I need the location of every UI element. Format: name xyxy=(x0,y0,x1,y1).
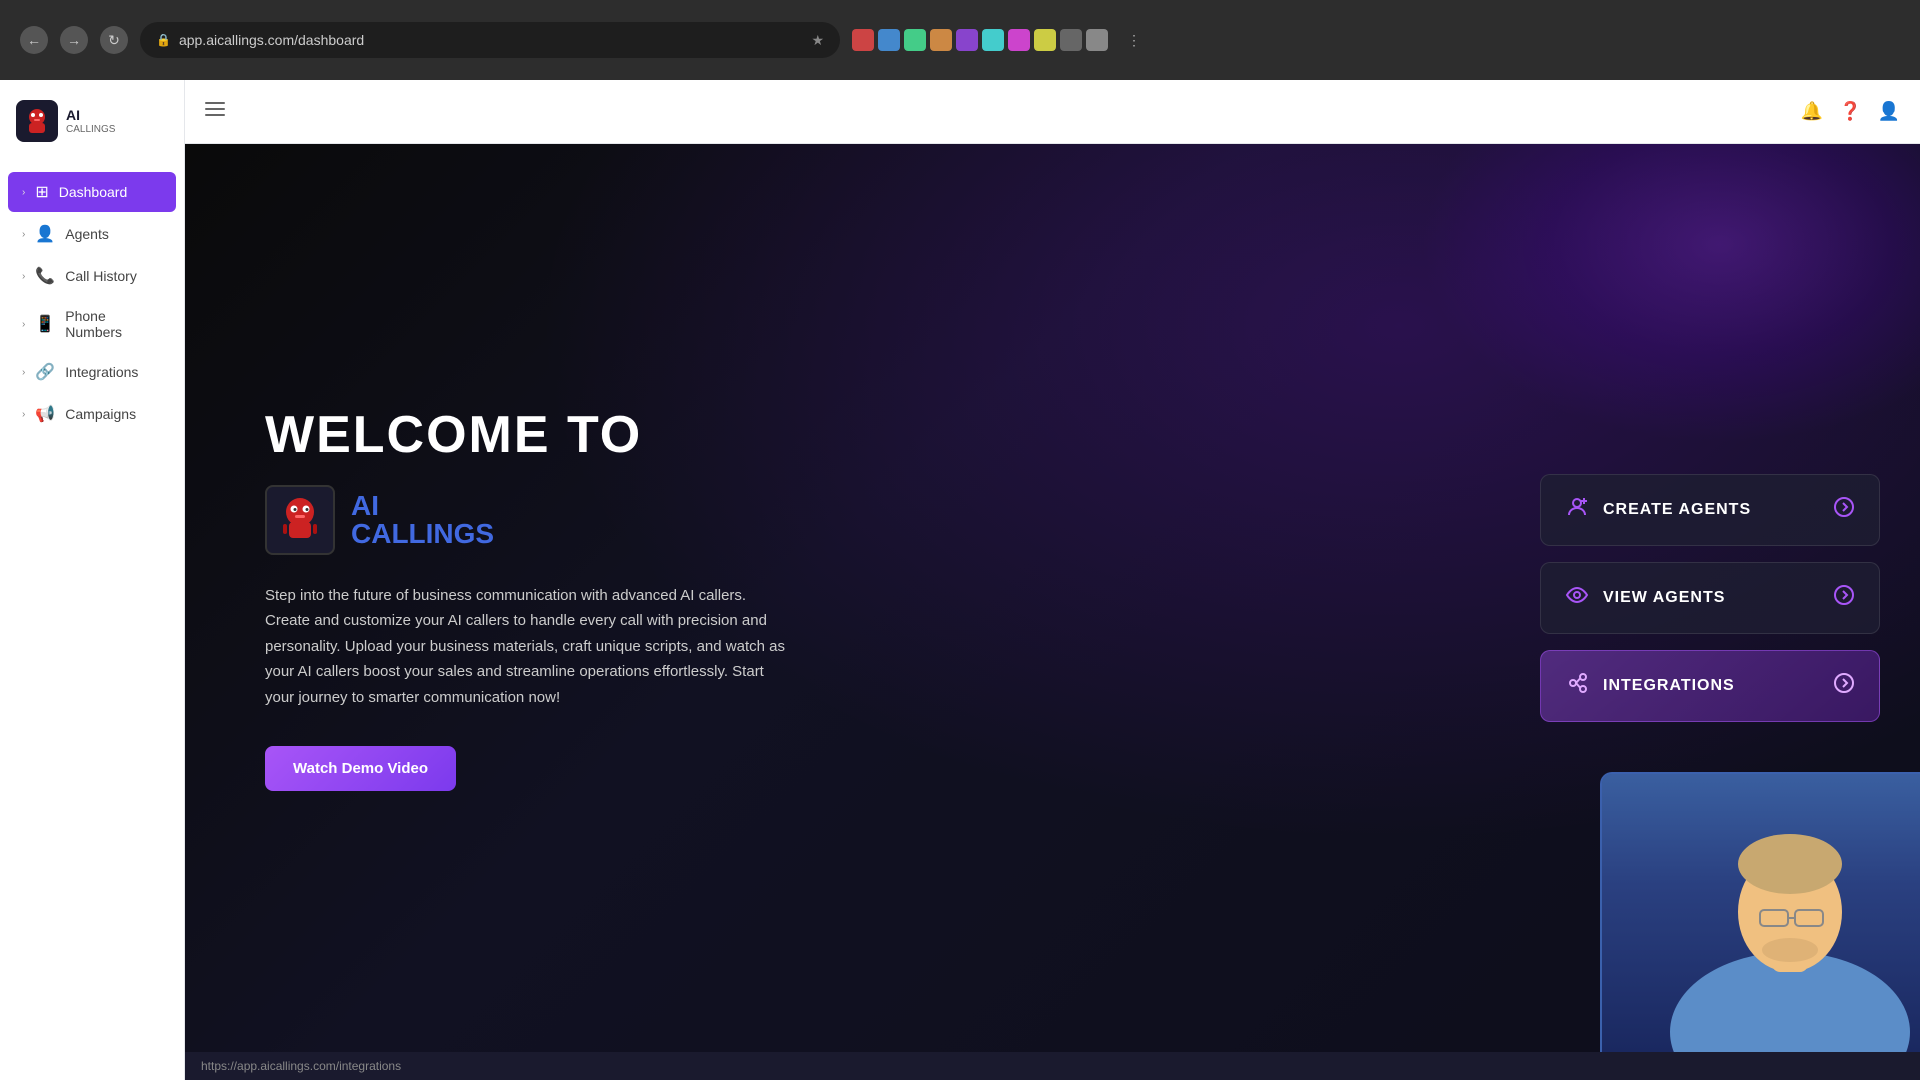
browser-extensions xyxy=(852,29,1108,51)
sidebar-item-integrations[interactable]: › 🔗 Integrations xyxy=(8,352,176,392)
url-bar[interactable]: 🔒 app.aicallings.com/dashboard ★ xyxy=(140,22,840,58)
sidebar-item-phone-numbers[interactable]: › 📱 Phone Numbers xyxy=(8,298,176,350)
header-left xyxy=(205,99,225,124)
sidebar-logo: AI CALLINGS xyxy=(0,80,184,162)
sidebar-item-campaigns[interactable]: › 📢 Campaigns xyxy=(8,394,176,434)
sidebar-label-dashboard: Dashboard xyxy=(59,184,128,200)
ext-9 xyxy=(1060,29,1082,51)
notifications-button[interactable]: 🔔 xyxy=(1801,101,1823,122)
logo-title: AI xyxy=(66,107,115,124)
integrations-icon: 🔗 xyxy=(35,362,55,382)
sidebar-label-campaigns: Campaigns xyxy=(65,406,136,422)
hero-left: WELCOME TO xyxy=(185,144,1520,1052)
ext-6 xyxy=(982,29,1004,51)
brand-callings-text: CALLINGS xyxy=(351,520,494,548)
campaigns-icon: 📢 xyxy=(35,404,55,424)
chevron-icon: › xyxy=(22,229,25,240)
sidebar-item-dashboard[interactable]: › ⊞ Dashboard xyxy=(8,172,176,212)
welcome-title: WELCOME TO xyxy=(265,405,1460,465)
logo-subtitle: CALLINGS xyxy=(66,124,115,135)
refresh-button[interactable]: ↻ xyxy=(100,26,128,54)
header-right: 🔔 ❓ 👤 xyxy=(1801,101,1900,122)
help-button[interactable]: ❓ xyxy=(1839,101,1861,122)
call-history-icon: 📞 xyxy=(35,266,55,286)
app-container: AI CALLINGS › ⊞ Dashboard › 👤 Agents › 📞… xyxy=(0,80,1920,1080)
integrations-card[interactable]: INTEGRATIONS xyxy=(1540,650,1880,722)
brand-text-block: AI CALLINGS xyxy=(351,492,494,548)
browser-chrome: ← → ↻ 🔒 app.aicallings.com/dashboard ★ ⋮ xyxy=(0,0,1920,80)
user-menu-button[interactable]: 👤 xyxy=(1878,101,1900,122)
hero-description: Step into the future of business communi… xyxy=(265,583,785,711)
view-agents-left: VIEW AGENTS xyxy=(1565,583,1725,613)
integrations-card-label: INTEGRATIONS xyxy=(1603,677,1735,695)
chevron-icon: › xyxy=(22,409,25,420)
ext-5 xyxy=(956,29,978,51)
integrations-card-icon xyxy=(1565,671,1589,701)
sidebar-label-agents: Agents xyxy=(65,226,109,242)
ext-1 xyxy=(852,29,874,51)
logo-text: AI CALLINGS xyxy=(66,107,115,135)
sidebar-label-call-history: Call History xyxy=(65,268,137,284)
sidebar-toggle-button[interactable] xyxy=(205,99,225,124)
create-agents-icon xyxy=(1565,495,1589,525)
chevron-icon: › xyxy=(22,187,25,198)
status-url: https://app.aicallings.com/integrations xyxy=(201,1059,401,1073)
watch-demo-button[interactable]: Watch Demo Video xyxy=(265,746,456,791)
back-button[interactable]: ← xyxy=(20,26,48,54)
sidebar-label-integrations: Integrations xyxy=(65,364,138,380)
main-content: WELCOME TO xyxy=(185,144,1920,1080)
agents-icon: 👤 xyxy=(35,224,55,244)
brand-ai-text: AI xyxy=(351,492,494,520)
sidebar-item-call-history[interactable]: › 📞 Call History xyxy=(8,256,176,296)
hero-right: CREATE AGENTS xyxy=(1520,144,1920,1052)
view-agents-arrow xyxy=(1833,584,1855,612)
chevron-icon: › xyxy=(22,319,25,330)
view-agents-card[interactable]: VIEW AGENTS xyxy=(1540,562,1880,634)
ext-8 xyxy=(1034,29,1056,51)
ext-4 xyxy=(930,29,952,51)
integrations-left: INTEGRATIONS xyxy=(1565,671,1735,701)
sidebar-item-agents[interactable]: › 👤 Agents xyxy=(8,214,176,254)
dashboard-icon: ⊞ xyxy=(35,182,48,202)
phone-numbers-icon: 📱 xyxy=(35,314,55,334)
top-header: 🔔 ❓ 👤 xyxy=(185,80,1920,144)
integrations-arrow xyxy=(1833,672,1855,700)
create-agents-label: CREATE AGENTS xyxy=(1603,501,1751,519)
create-agents-left: CREATE AGENTS xyxy=(1565,495,1751,525)
brand-mascot xyxy=(265,485,335,555)
forward-button[interactable]: → xyxy=(60,26,88,54)
url-text: app.aicallings.com/dashboard xyxy=(179,32,364,48)
sidebar: AI CALLINGS › ⊞ Dashboard › 👤 Agents › 📞… xyxy=(0,80,185,1080)
status-bar: https://app.aicallings.com/integrations xyxy=(185,1052,1920,1080)
sidebar-nav: › ⊞ Dashboard › 👤 Agents › 📞 Call Histor… xyxy=(0,162,184,1080)
brand-logo-section: AI CALLINGS xyxy=(265,485,1460,555)
menu-button[interactable]: ⋮ xyxy=(1120,26,1148,54)
ext-2 xyxy=(878,29,900,51)
create-agents-arrow xyxy=(1833,496,1855,524)
chevron-icon: › xyxy=(22,271,25,282)
ext-10 xyxy=(1086,29,1108,51)
watch-demo-label: Watch Demo Video xyxy=(293,760,428,777)
view-agents-icon xyxy=(1565,583,1589,613)
create-agents-card[interactable]: CREATE AGENTS xyxy=(1540,474,1880,546)
dashboard-hero: WELCOME TO xyxy=(185,144,1920,1052)
sidebar-label-phone-numbers: Phone Numbers xyxy=(65,308,162,340)
view-agents-label: VIEW AGENTS xyxy=(1603,589,1725,607)
chevron-icon: › xyxy=(22,367,25,378)
ext-7 xyxy=(1008,29,1030,51)
main-area: 🔔 ❓ 👤 WELCOME TO xyxy=(185,80,1920,1080)
ext-3 xyxy=(904,29,926,51)
logo-icon xyxy=(16,100,58,142)
